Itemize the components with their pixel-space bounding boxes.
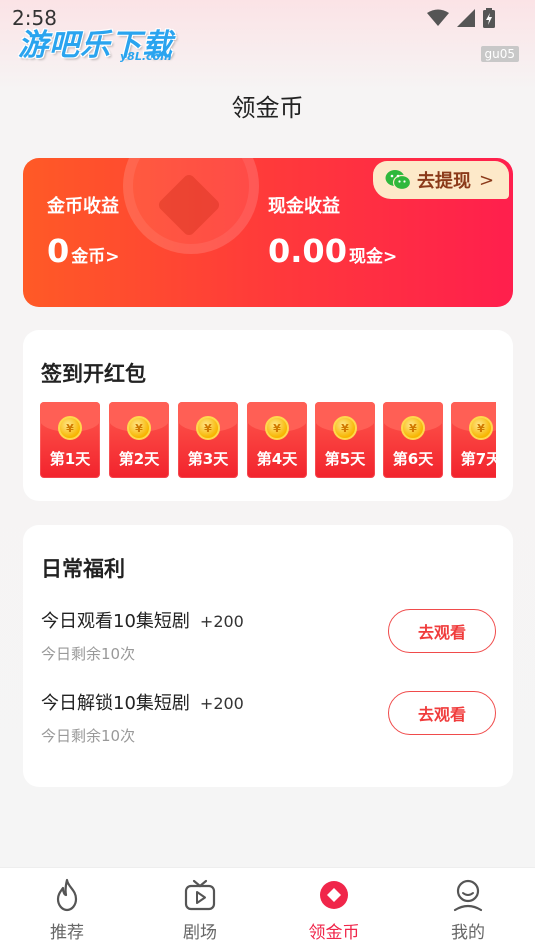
coin-earnings-unit: 金币>: [71, 247, 120, 267]
red-envelope-day-6[interactable]: ¥ 第6天: [383, 402, 443, 478]
nav-item-recommend[interactable]: 推荐: [27, 878, 107, 943]
watch-button[interactable]: 去观看: [388, 691, 496, 735]
task-reward: +200: [199, 694, 244, 713]
build-tag: gu05: [480, 46, 519, 62]
battery-icon: [483, 8, 495, 28]
nav-item-coins[interactable]: 领金币: [294, 878, 374, 943]
envelope-day-label: 第7天: [460, 450, 496, 468]
red-envelope-day-2[interactable]: ¥ 第2天: [109, 402, 169, 478]
red-envelope-day-7[interactable]: ¥ 第7天: [451, 402, 496, 478]
task-title: 今日解锁10集短剧: [41, 693, 190, 714]
red-envelope-day-1[interactable]: ¥ 第1天: [40, 402, 100, 478]
status-icons: [427, 8, 495, 28]
cash-earnings-value: 0.00: [268, 232, 347, 270]
envelope-day-label: 第5天: [324, 450, 366, 468]
coin-earnings-label: 金币收益: [47, 196, 119, 217]
coin-earnings-value: 0: [47, 232, 70, 270]
signal-icon: [457, 9, 475, 27]
withdraw-button[interactable]: 去提现 >: [373, 161, 509, 199]
bottom-nav: 推荐 剧场 领金币 我的: [0, 867, 535, 951]
task-reward: +200: [199, 612, 244, 631]
wifi-icon: [427, 9, 449, 26]
withdraw-label: 去提现: [417, 171, 471, 192]
coin-icon: ¥: [333, 416, 357, 440]
watch-button[interactable]: 去观看: [388, 609, 496, 653]
coin-diamond-icon: [320, 881, 348, 909]
tv-play-icon: [184, 879, 216, 911]
task-item-watch: 今日观看10集短剧 +200 今日剩余10次 去观看: [41, 607, 496, 667]
cash-earnings[interactable]: 现金收益 0.00 现金>: [268, 192, 397, 270]
nav-label: 领金币: [308, 923, 360, 943]
nav-label: 推荐: [50, 923, 84, 943]
coin-icon: ¥: [196, 416, 220, 440]
envelope-day-label: 第4天: [256, 450, 298, 468]
envelope-day-label: 第1天: [49, 450, 91, 468]
nav-label: 剧场: [183, 923, 217, 943]
coin-icon: ¥: [265, 416, 289, 440]
daily-welfare-card: 日常福利 今日观看10集短剧 +200 今日剩余10次 去观看 今日解锁10集短…: [23, 525, 513, 787]
signin-envelopes: ¥ 第1天 ¥ 第2天 ¥ 第3天 ¥ 第4天 ¥ 第5天 ¥ 第6天 ¥ 第7…: [40, 402, 496, 478]
wechat-icon: [385, 170, 411, 191]
envelope-day-label: 第6天: [392, 450, 434, 468]
nav-item-mine[interactable]: 我的: [428, 878, 508, 943]
coin-icon: ¥: [58, 416, 82, 440]
watermark-sub: y8L.com: [120, 50, 172, 63]
task-title: 今日观看10集短剧: [41, 611, 190, 632]
red-envelope-day-5[interactable]: ¥ 第5天: [315, 402, 375, 478]
user-icon: [453, 879, 483, 912]
task-item-unlock: 今日解锁10集短剧 +200 今日剩余10次 去观看: [41, 689, 496, 749]
cash-earnings-unit: 现金>: [348, 247, 398, 267]
signin-title: 签到开红包: [41, 362, 146, 386]
coin-earnings[interactable]: 金币收益 0 金币>: [47, 192, 120, 270]
cash-earnings-label: 现金收益: [268, 196, 340, 217]
daily-welfare-title: 日常福利: [41, 557, 125, 581]
earnings-card: 金币收益 0 金币> 现金收益 0.00 现金> 去提现 >: [23, 158, 513, 307]
page-title: 领金币: [231, 94, 304, 122]
coin-icon: ¥: [127, 416, 151, 440]
chevron-right-icon: >: [479, 169, 495, 191]
coin-icon: ¥: [401, 416, 425, 440]
red-envelope-day-3[interactable]: ¥ 第3天: [178, 402, 238, 478]
nav-item-theater[interactable]: 剧场: [160, 878, 240, 943]
envelope-day-label: 第2天: [118, 450, 160, 468]
nav-label: 我的: [451, 923, 485, 943]
red-envelope-day-4[interactable]: ¥ 第4天: [247, 402, 307, 478]
envelope-day-label: 第3天: [187, 450, 229, 468]
signin-card: 签到开红包 ¥ 第1天 ¥ 第2天 ¥ 第3天 ¥ 第4天 ¥ 第5天 ¥ 第6…: [23, 330, 513, 501]
coin-icon: ¥: [469, 416, 493, 440]
flame-icon: [56, 878, 78, 912]
